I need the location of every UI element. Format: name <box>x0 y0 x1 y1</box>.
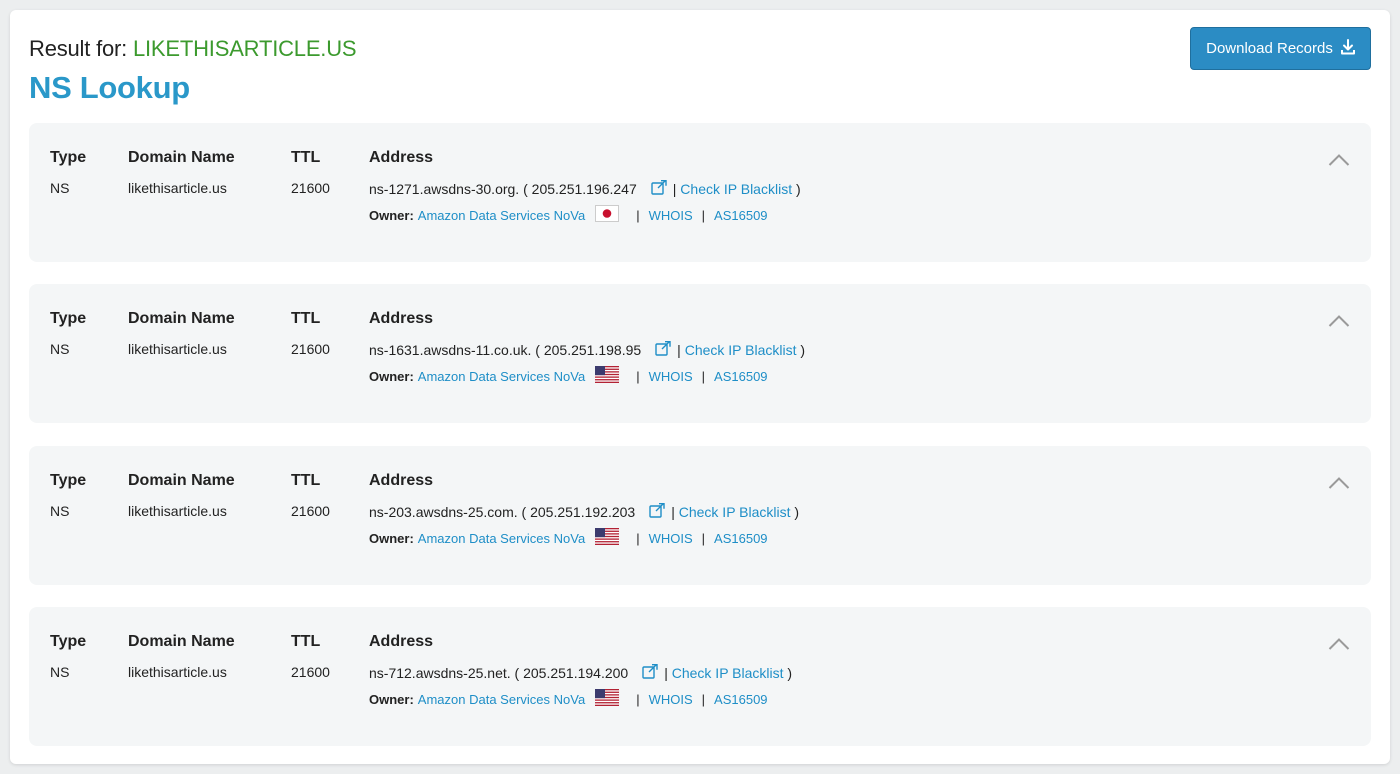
owner-label: Owner: <box>369 691 414 707</box>
column-header-ttl: TTL <box>291 472 321 489</box>
external-link-icon[interactable] <box>655 341 671 359</box>
chevron-up-icon[interactable] <box>1328 637 1350 656</box>
column-header-address: Address <box>369 149 434 166</box>
record-domain: likethisarticle.us <box>128 180 227 196</box>
external-link-icon[interactable] <box>651 180 667 198</box>
record-host: ns-1271.awsdns-30.org. <box>369 181 520 197</box>
record-ttl: 21600 <box>291 503 330 519</box>
owner-link[interactable]: Amazon Data Services NoVa <box>418 369 585 384</box>
chevron-up-icon[interactable] <box>1328 314 1350 333</box>
download-icon <box>1340 38 1355 59</box>
results-panel: Result for: LIKETHISARTICLE.US NS Lookup… <box>10 10 1390 764</box>
jp-flag-icon <box>595 205 620 225</box>
download-records-button[interactable]: Download Records <box>1190 27 1371 70</box>
external-link-icon[interactable] <box>642 664 658 682</box>
check-ip-blacklist-link[interactable]: Check IP Blacklist <box>685 342 797 358</box>
record-card: Type Domain Name TTL Address NS likethis… <box>29 607 1371 746</box>
column-header-domain: Domain Name <box>128 633 235 650</box>
whois-link[interactable]: WHOIS <box>649 692 693 707</box>
column-header-ttl: TTL <box>291 149 321 166</box>
column-header-domain: Domain Name <box>128 149 235 166</box>
asn-link[interactable]: AS16509 <box>714 369 768 384</box>
owner-label: Owner: <box>369 530 414 546</box>
column-header-type: Type <box>50 149 87 166</box>
owner-link[interactable]: Amazon Data Services NoVa <box>418 531 585 546</box>
check-ip-blacklist-link[interactable]: Check IP Blacklist <box>680 181 792 197</box>
column-header-address: Address <box>369 472 434 489</box>
whois-link[interactable]: WHOIS <box>649 531 693 546</box>
chevron-up-icon[interactable] <box>1328 153 1350 172</box>
record-address: ns-1631.awsdns-11.co.uk. ( 205.251.198.9… <box>369 341 806 359</box>
us-flag-icon <box>595 528 620 548</box>
owner-link[interactable]: Amazon Data Services NoVa <box>418 692 585 707</box>
record-host: ns-1631.awsdns-11.co.uk. <box>369 342 532 358</box>
result-heading: Result for: LIKETHISARTICLE.US <box>29 36 357 62</box>
record-card: Type Domain Name TTL Address NS likethis… <box>29 284 1371 423</box>
record-address: ns-712.awsdns-25.net. ( 205.251.194.200 … <box>369 664 793 682</box>
record-address: ns-203.awsdns-25.com. ( 205.251.192.203 … <box>369 503 800 521</box>
whois-link[interactable]: WHOIS <box>649 208 693 223</box>
record-domain: likethisarticle.us <box>128 341 227 357</box>
record-ttl: 21600 <box>291 180 330 196</box>
download-button-label: Download Records <box>1206 40 1333 57</box>
asn-link[interactable]: AS16509 <box>714 531 768 546</box>
result-domain: LIKETHISARTICLE.US <box>132 36 357 61</box>
owner-line: Owner: Amazon Data Services NoVa | WHOIS… <box>369 689 768 709</box>
column-header-domain: Domain Name <box>128 310 235 327</box>
owner-line: Owner: Amazon Data Services NoVa | WHOIS… <box>369 205 768 225</box>
asn-link[interactable]: AS16509 <box>714 692 768 707</box>
result-label: Result for: <box>29 36 128 61</box>
us-flag-icon <box>595 689 620 709</box>
column-header-ttl: TTL <box>291 633 321 650</box>
record-type: NS <box>50 341 70 357</box>
record-ip: 205.251.198.95 <box>543 342 642 358</box>
column-header-ttl: TTL <box>291 310 321 327</box>
external-link-icon[interactable] <box>649 503 665 521</box>
column-header-address: Address <box>369 310 434 327</box>
record-type: NS <box>50 180 70 196</box>
record-address: ns-1271.awsdns-30.org. ( 205.251.196.247… <box>369 180 801 198</box>
record-card: Type Domain Name TTL Address NS likethis… <box>29 123 1371 262</box>
column-header-domain: Domain Name <box>128 472 235 489</box>
record-type: NS <box>50 503 70 519</box>
record-domain: likethisarticle.us <box>128 664 227 680</box>
owner-label: Owner: <box>369 207 414 223</box>
record-ttl: 21600 <box>291 341 330 357</box>
page-title: NS Lookup <box>29 70 190 105</box>
column-header-type: Type <box>50 472 87 489</box>
record-card: Type Domain Name TTL Address NS likethis… <box>29 446 1371 585</box>
record-host: ns-712.awsdns-25.net. <box>369 665 511 681</box>
whois-link[interactable]: WHOIS <box>649 369 693 384</box>
record-ip: 205.251.196.247 <box>531 181 637 197</box>
check-ip-blacklist-link[interactable]: Check IP Blacklist <box>679 504 791 520</box>
record-ttl: 21600 <box>291 664 330 680</box>
column-header-type: Type <box>50 633 87 650</box>
column-header-address: Address <box>369 633 434 650</box>
check-ip-blacklist-link[interactable]: Check IP Blacklist <box>672 665 784 681</box>
owner-link[interactable]: Amazon Data Services NoVa <box>418 208 585 223</box>
column-header-type: Type <box>50 310 87 327</box>
record-ip: 205.251.192.203 <box>530 504 636 520</box>
chevron-up-icon[interactable] <box>1328 476 1350 495</box>
us-flag-icon <box>595 366 620 386</box>
record-host: ns-203.awsdns-25.com. <box>369 504 518 520</box>
owner-label: Owner: <box>369 368 414 384</box>
record-ip: 205.251.194.200 <box>523 665 629 681</box>
asn-link[interactable]: AS16509 <box>714 208 768 223</box>
owner-line: Owner: Amazon Data Services NoVa | WHOIS… <box>369 366 768 386</box>
record-domain: likethisarticle.us <box>128 503 227 519</box>
owner-line: Owner: Amazon Data Services NoVa | WHOIS… <box>369 528 768 548</box>
record-type: NS <box>50 664 70 680</box>
